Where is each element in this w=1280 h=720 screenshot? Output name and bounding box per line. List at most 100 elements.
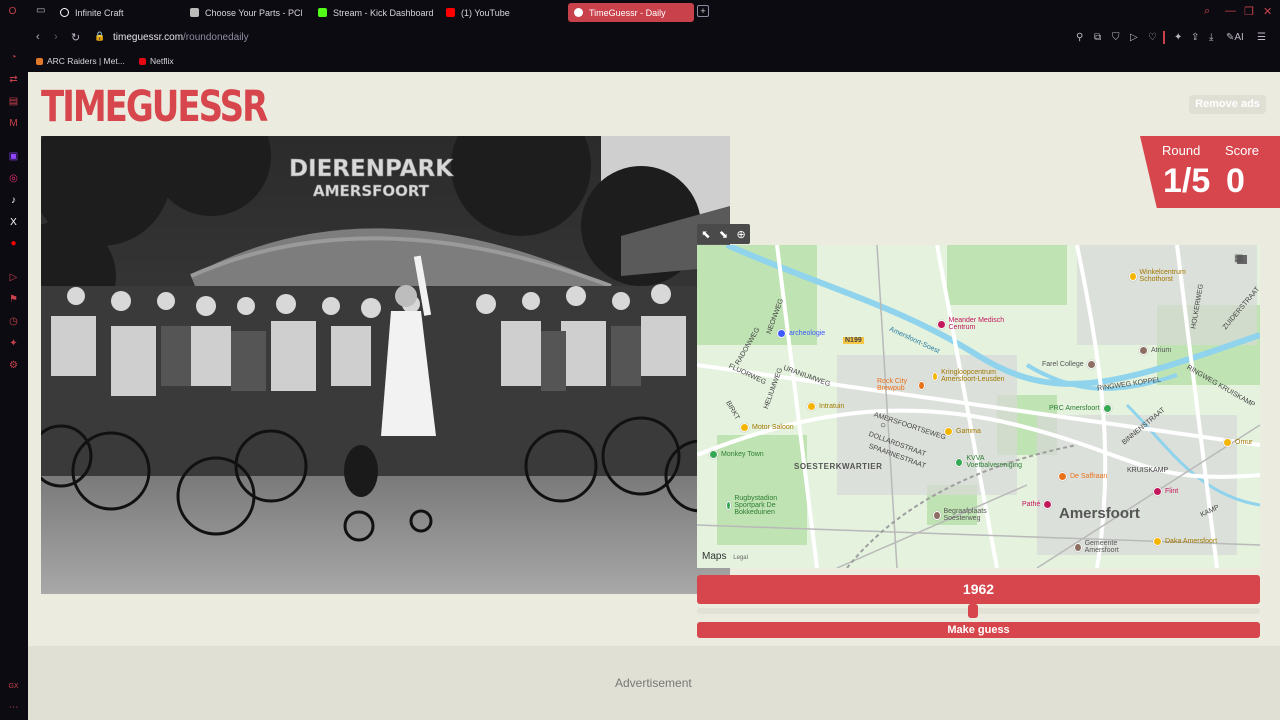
tab-label: Stream - Kick Dashboard [333, 7, 434, 18]
remove-ads-button[interactable]: Remove ads [1189, 95, 1266, 114]
poi-winkelcentrum-schothorst[interactable]: Winkelcentrum Schothorst [1129, 269, 1204, 283]
poi-kringloopcentrum[interactable]: Kringloopcentrum Amersfoort-Leusden [932, 369, 1012, 383]
poi-label: Farel College [1042, 361, 1084, 368]
extensions-icon[interactable]: ✦ [1174, 32, 1182, 43]
bar-icon [918, 380, 925, 390]
gx-icon[interactable]: GX [8, 681, 19, 692]
poi-begraafplaats[interactable]: Begraafplaats Soesterweg [933, 508, 1008, 522]
snapshot-icon[interactable]: ⧉ [1094, 32, 1101, 43]
back-icon[interactable]: ‹ [36, 31, 40, 43]
round-photo[interactable]: DIERENPARK AMERSFOORT [41, 136, 730, 594]
timeguessr-logo[interactable]: TIMEGUESSR [41, 82, 268, 132]
bookmark-arc-raiders[interactable]: ARC Raiders | Met... [36, 56, 125, 66]
shield-icon[interactable]: ⛉ [1112, 32, 1120, 43]
speed-dial-icon[interactable]: ◔ [8, 52, 19, 63]
tab-kick-dashboard[interactable]: Stream - Kick Dashboard [312, 3, 438, 22]
pin-icon[interactable]: ⚲ [1076, 32, 1083, 43]
extensions-sidebar-icon[interactable]: ✦ [8, 338, 19, 349]
player-icon[interactable]: ▷ [8, 272, 19, 283]
hospital-icon [937, 319, 946, 329]
pcpartpicker-icon [190, 8, 199, 17]
news-icon[interactable]: ▤ [8, 96, 19, 107]
poi-atrium[interactable]: Atrium [1139, 346, 1171, 355]
poi-kvva[interactable]: KVVA Voetbalvereniging [955, 455, 1035, 469]
twitch-icon[interactable]: ▣ [8, 151, 19, 162]
map-layers-icon[interactable]: ▦ [1234, 253, 1243, 264]
flow-icon[interactable]: ⇄ [8, 74, 19, 85]
tab-label: (1) YouTube [461, 7, 510, 18]
poi-rock-city-brewpub[interactable]: Rock City Brewpub [877, 378, 925, 392]
poi-daka-amersfoort[interactable]: Daka Amersfoort [1153, 537, 1217, 546]
tiktok-icon[interactable]: ♪ [8, 195, 19, 206]
theater-icon [1153, 487, 1162, 496]
legal-link[interactable]: Legal [733, 555, 748, 561]
poi-farel-college[interactable]: Farel College [1042, 360, 1096, 369]
timeguessr-icon [574, 8, 583, 17]
poi-prc-amersfoort[interactable]: PRC Amersfoort [1049, 404, 1112, 413]
url-field[interactable]: timeguessr.com/roundonedaily [113, 32, 249, 43]
more-icon[interactable]: ⋯ [8, 702, 19, 713]
bookmark-netflix[interactable]: Netflix [139, 56, 174, 66]
poi-de-saffraan[interactable]: De Saffraan [1058, 472, 1107, 481]
poi-intratuin[interactable]: Intratuin [807, 402, 844, 411]
tab-youtube[interactable]: (1) YouTube [440, 3, 566, 22]
search-icon[interactable]: ⌕ [1204, 5, 1210, 18]
sports-icon [1102, 404, 1112, 413]
opera-logo-icon[interactable]: O [7, 6, 18, 17]
tab-pcpartpicker[interactable]: Choose Your Parts - PCPa [184, 3, 302, 22]
pin-map-icon[interactable]: ⊕ [737, 228, 746, 241]
tab-label: Choose Your Parts - PCPa [205, 7, 302, 18]
easy-setup-icon[interactable]: ☰ [1257, 32, 1266, 43]
poi-motor-saloon[interactable]: Motor Saloon [740, 423, 794, 432]
poi-rugbystadion[interactable]: Rugbystadion Sportpark De Bokkeduinen [726, 495, 796, 516]
poi-label: Pathé [1022, 501, 1041, 508]
forward-icon[interactable]: › [54, 31, 58, 43]
shopping-icon [932, 371, 939, 381]
apple-maps-logo: Maps Legal [702, 551, 748, 562]
share-icon[interactable]: ⇪ [1191, 32, 1199, 43]
poi-label: Gemeente Amersfoort [1084, 540, 1119, 554]
expand-map-icon[interactable]: ⬊ [719, 228, 728, 241]
mail-icon[interactable]: M [8, 118, 19, 129]
poi-gamma[interactable]: Gamma [944, 427, 981, 436]
poi-archeologie[interactable]: archeologie [777, 329, 825, 338]
reload-icon[interactable]: ↻ [71, 31, 80, 44]
x-icon[interactable]: X [8, 217, 19, 228]
tab-overview-icon[interactable]: ▭ [36, 5, 45, 16]
minimize-icon[interactable]: — [1225, 5, 1236, 17]
poi-gemeente-amersfoort[interactable]: Gemeente Amersfoort [1074, 540, 1139, 554]
new-tab-button[interactable]: + [697, 5, 709, 17]
aria-ai-button[interactable]: ✎AI [1226, 32, 1244, 43]
heart-icon[interactable]: ♡ [1148, 32, 1157, 43]
settings-icon[interactable]: ⚙ [8, 360, 19, 371]
play-icon[interactable]: ▷ [1130, 32, 1138, 43]
poi-meander-medisch-centrum[interactable]: Meander Medisch Centrum [937, 317, 1027, 331]
youtube-music-icon[interactable]: ● [8, 238, 19, 249]
download-icon[interactable]: ⤓ [1209, 32, 1213, 43]
year-display: 1962 [697, 575, 1260, 604]
poi-omur[interactable]: Omur [1223, 438, 1253, 447]
guess-map[interactable]: Amersfoort-Soest RINGWEG KOPPEL RINGWEG … [697, 245, 1260, 568]
make-guess-button[interactable]: Make guess [697, 622, 1260, 638]
year-slider-thumb[interactable] [967, 604, 978, 618]
close-icon[interactable]: ✕ [1263, 5, 1272, 18]
instagram-icon[interactable]: ◎ [8, 173, 19, 184]
maximize-icon[interactable]: ❐ [1244, 5, 1254, 18]
history-icon[interactable]: ◷ [8, 316, 19, 327]
poi-monkey-town[interactable]: Monkey Town [709, 450, 764, 459]
poi-label: KVVA Voetbalvereniging [966, 455, 1023, 469]
poi-label: Intratuin [819, 403, 845, 410]
poi-label: Flint [1165, 488, 1179, 495]
tab-timeguessr[interactable]: TimeGuessr - Daily [568, 3, 694, 22]
tab-infinite-craft[interactable]: Infinite Craft [54, 3, 182, 22]
pinboard-icon[interactable]: ⚑ [8, 294, 19, 305]
building-icon [1139, 346, 1148, 355]
shrink-map-icon[interactable]: ⬉ [701, 228, 710, 241]
poi-label: Atrium [1151, 347, 1172, 354]
kick-icon [318, 8, 327, 17]
poi-flint[interactable]: Flint [1153, 487, 1178, 496]
poi-pathe[interactable]: Pathé [1022, 500, 1053, 509]
year-slider[interactable] [697, 604, 1260, 618]
round-label: Round [1162, 143, 1201, 158]
poi-label: Begraafplaats Soesterweg [943, 508, 987, 522]
